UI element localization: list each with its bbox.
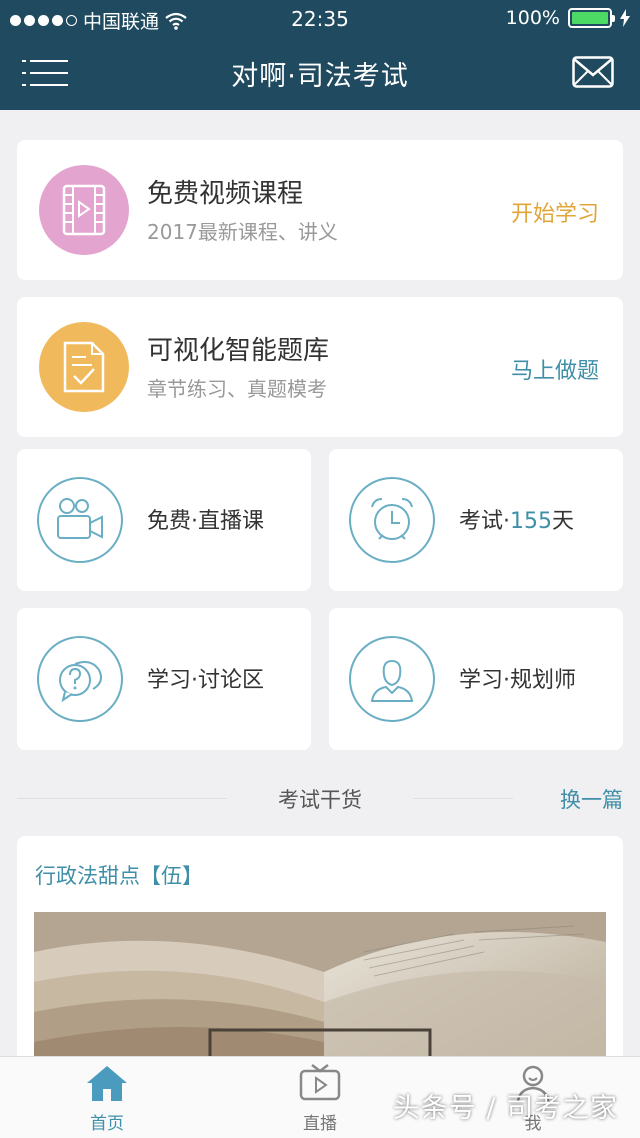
card-title: 可视化智能题库 — [147, 336, 330, 366]
card-subtitle: 2017最新课程、讲义 — [147, 220, 338, 244]
article-card[interactable]: 行政法甜点【伍】 — [17, 836, 623, 1076]
exam-countdown-card[interactable]: 考试·155天 — [329, 449, 623, 591]
grid-label: 免费·直播课 — [147, 509, 264, 534]
article-title: 行政法甜点【伍】 — [35, 864, 203, 888]
question-bank-card[interactable]: 可视化智能题库 章节练习、真题模考 马上做题 — [17, 297, 623, 437]
do-questions-button[interactable]: 马上做题 — [511, 353, 599, 385]
chat-question-icon — [37, 636, 123, 722]
free-video-course-card[interactable]: 免费视频课程 2017最新课程、讲义 开始学习 — [17, 140, 623, 280]
tab-home[interactable]: 首页 — [52, 1063, 162, 1134]
exam-tips-section-header: 考试干货 换一篇 — [17, 778, 623, 818]
grid-label: 学习·讨论区 — [147, 668, 264, 693]
grid-label: 学习·规划师 — [459, 668, 576, 693]
tab-live[interactable]: 直播 — [265, 1063, 375, 1134]
tab-label: 首页 — [90, 1114, 124, 1134]
home-icon — [87, 1066, 127, 1101]
section-title: 考试干货 — [278, 788, 362, 812]
exam-label-prefix: 考试· — [459, 509, 510, 534]
card-subtitle: 章节练习、真题模考 — [147, 377, 327, 401]
card-title: 免费视频课程 — [147, 179, 304, 209]
exam-days-count: 155 — [510, 509, 552, 534]
video-course-icon — [39, 165, 129, 255]
discussion-area-card[interactable]: 学习·讨论区 — [17, 608, 311, 750]
start-learning-button[interactable]: 开始学习 — [511, 196, 599, 228]
exam-label-suffix: 天 — [552, 509, 575, 534]
user-profile-icon — [349, 636, 435, 722]
battery-percent: 100% — [505, 7, 560, 29]
top-bar: 中国联通 22:35 100% 对啊·司法考试 — [0, 0, 640, 110]
question-bank-icon — [39, 322, 129, 412]
battery-icon — [568, 8, 615, 28]
free-live-class-card[interactable]: 免费·直播课 — [17, 449, 311, 591]
tv-icon — [299, 1064, 341, 1101]
swap-article-button[interactable]: 换一篇 — [560, 784, 623, 814]
video-camera-icon — [37, 477, 123, 563]
page-title: 对啊·司法考试 — [231, 61, 409, 92]
mail-icon[interactable] — [572, 56, 614, 88]
navigation-bar: 对啊·司法考试 — [0, 38, 640, 110]
charging-icon — [620, 9, 630, 27]
study-planner-card[interactable]: 学习·规划师 — [329, 608, 623, 750]
watermark-text: 头条号 / 司考之家 — [392, 1093, 618, 1124]
exam-countdown-label: 考试·155天 — [459, 503, 574, 535]
tab-label: 直播 — [303, 1114, 337, 1134]
status-bar: 中国联通 22:35 100% — [0, 0, 640, 38]
alarm-clock-icon — [349, 477, 435, 563]
open-book-image — [34, 912, 606, 1076]
